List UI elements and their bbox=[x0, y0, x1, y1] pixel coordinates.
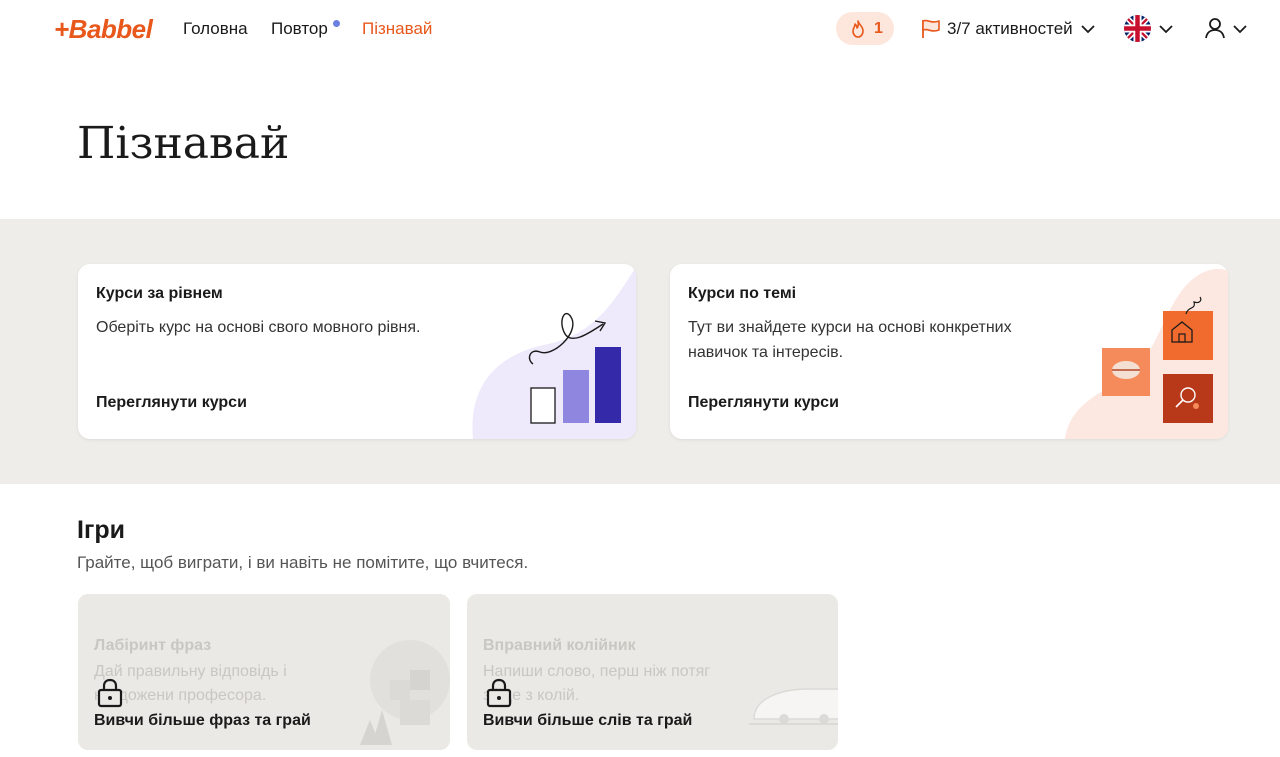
card-description: Тут ви знайдете курси на основі конкретн… bbox=[688, 315, 1012, 365]
streak-badge[interactable]: 1 bbox=[836, 12, 894, 45]
activities-label: 3/7 активностей bbox=[947, 19, 1073, 38]
page-title: Пізнавай bbox=[77, 118, 290, 169]
card-description-line: Тут ви знайдете курси на основі конкретн… bbox=[688, 319, 1012, 336]
uk-flag-icon[interactable] bbox=[1124, 15, 1151, 42]
level-bars-illustration bbox=[472, 267, 636, 439]
game-description: Дай правильну відповідь і наздожени проф… bbox=[94, 660, 324, 708]
view-courses-link[interactable]: Переглянути курси bbox=[96, 394, 247, 412]
railway-game-card[interactable]: Вправний колійник Напиши слово, перш ніж… bbox=[467, 594, 838, 750]
games-subtitle: Грайте, щоб виграти, і ви навіть не помі… bbox=[77, 553, 529, 572]
maze-illustration bbox=[360, 640, 450, 745]
card-title: Курси по темі bbox=[688, 285, 797, 302]
game-description-line: наздожени професора. bbox=[94, 687, 267, 704]
view-courses-link[interactable]: Переглянути курси bbox=[688, 394, 839, 412]
lock-icon bbox=[486, 678, 512, 708]
flame-icon bbox=[852, 20, 864, 38]
game-description-line: Напиши слово, перш ніж потяг bbox=[483, 663, 711, 680]
games-heading: Ігри bbox=[77, 516, 125, 544]
card-title: Курси за рівнем bbox=[96, 285, 223, 302]
user-icon[interactable] bbox=[1203, 16, 1227, 40]
courses-by-topic-card[interactable]: Курси по темі Тут ви знайдете курси на о… bbox=[670, 264, 1228, 439]
courses-by-level-card[interactable]: Курси за рівнем Оберіть курс на основі с… bbox=[78, 264, 636, 439]
card-description-line: навичок та інтересів. bbox=[688, 344, 844, 361]
phrase-maze-game-card[interactable]: Лабіринт фраз Дай правильну відповідь і … bbox=[78, 594, 450, 750]
review-notification-dot bbox=[333, 20, 340, 27]
nav-review[interactable]: Повтор bbox=[271, 19, 328, 39]
lock-icon bbox=[97, 678, 123, 708]
unlock-game-link[interactable]: Вивчи більше слів та грай bbox=[483, 712, 692, 730]
card-description: Оберіть курс на основі свого мовного рів… bbox=[96, 319, 421, 336]
nav-home[interactable]: Головна bbox=[183, 19, 248, 39]
language-chevron-down-icon[interactable] bbox=[1159, 24, 1173, 34]
top-nav: +Babbel Головна Повтор Пізнавай 1 3/7 ак… bbox=[0, 0, 1280, 58]
game-description: Напиши слово, перш ніж потяг зійде з кол… bbox=[483, 660, 713, 708]
streak-count: 1 bbox=[874, 20, 883, 37]
train-illustration bbox=[749, 688, 838, 725]
flag-icon bbox=[922, 19, 940, 38]
game-description-line: зійде з колій. bbox=[483, 687, 580, 704]
unlock-game-link[interactable]: Вивчи більше фраз та грай bbox=[94, 712, 311, 730]
profile-chevron-down-icon[interactable] bbox=[1233, 24, 1247, 34]
game-title: Лабіринт фраз bbox=[94, 637, 212, 654]
game-title: Вправний колійник bbox=[483, 637, 636, 654]
game-description-line: Дай правильну відповідь і bbox=[94, 663, 287, 680]
chevron-down-icon bbox=[1081, 25, 1095, 34]
topics-illustration bbox=[1065, 268, 1228, 439]
nav-explore[interactable]: Пізнавай bbox=[362, 19, 432, 39]
babbel-logo[interactable]: +Babbel bbox=[54, 14, 153, 45]
